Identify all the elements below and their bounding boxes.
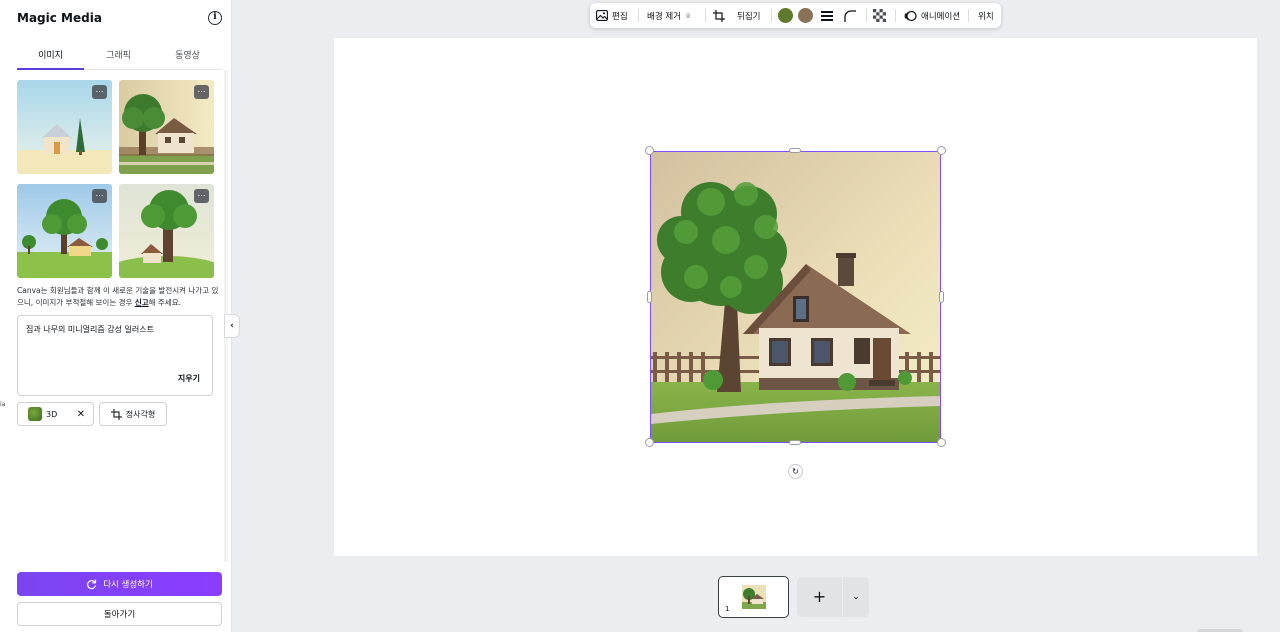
more-options-icon[interactable]: …	[92, 189, 107, 203]
ai-disclaimer: Canva는 회원님들과 함께 이 새로운 기술을 발전시켜 나가고 있으니, …	[17, 285, 222, 309]
style-thumbnail-icon	[28, 407, 42, 421]
aspect-ratio-chip[interactable]: 정사각형	[99, 402, 167, 426]
side-fragment: ia	[0, 401, 6, 408]
back-button[interactable]: 돌아가기	[17, 602, 222, 626]
resize-handle-top-right[interactable]	[937, 146, 946, 155]
style-chip[interactable]: 3D ✕	[17, 402, 94, 426]
corner-radius-icon	[844, 9, 856, 22]
generated-image-3[interactable]: …	[17, 184, 112, 278]
collapse-panel-button[interactable]: ‹	[224, 314, 240, 338]
transparency-button[interactable]	[873, 3, 886, 28]
resize-handle-top[interactable]	[789, 148, 801, 153]
resize-handle-bottom-right[interactable]	[937, 438, 946, 447]
image-edit-icon	[596, 10, 608, 21]
prompt-text[interactable]: 집과 나무의 미니멀리즘 감성 일러스트	[26, 324, 154, 335]
border-style-button[interactable]	[821, 3, 833, 28]
crop-button[interactable]	[713, 3, 725, 28]
refresh-icon	[87, 579, 97, 589]
more-options-icon[interactable]: …	[194, 189, 209, 203]
more-options-icon[interactable]: …	[194, 85, 209, 99]
remove-bg-label: 배경 제거	[647, 11, 681, 22]
crop-icon	[713, 9, 725, 22]
disclaimer-text: Canva는 회원님들과 함께 이 새로운 기술을 발전시켜 나가고 있으니, …	[17, 286, 219, 307]
generated-image-4[interactable]: …	[119, 184, 214, 278]
toolbar-divider	[866, 9, 867, 22]
tab-graphics[interactable]: 그래픽	[85, 48, 152, 64]
color-swatch-2[interactable]	[798, 8, 813, 23]
clear-button[interactable]: 지우기	[178, 373, 200, 384]
prompt-input[interactable]: 집과 나무의 미니멀리즘 감성 일러스트 지우기	[17, 315, 213, 396]
page-thumbnail-preview	[742, 585, 766, 609]
toolbar-divider	[895, 9, 896, 22]
generated-image-1[interactable]: …	[17, 80, 112, 174]
animate-label: 애니메이션	[921, 11, 961, 22]
regenerate-label: 다시 생성하기	[103, 580, 153, 590]
crop-icon	[110, 408, 122, 420]
rotate-icon[interactable]: ↻	[788, 464, 803, 479]
flip-button[interactable]: 뒤집기	[737, 3, 760, 28]
info-icon[interactable]: i	[208, 11, 222, 25]
position-button[interactable]: 위치	[978, 3, 994, 28]
resize-handle-bottom[interactable]	[789, 440, 801, 445]
context-toolbar: 편집 배경 제거 ♛ 뒤집기 애니메이션 위치	[590, 3, 1001, 28]
edit-label: 편집	[612, 11, 628, 22]
resize-handle-bottom-left[interactable]	[645, 438, 654, 447]
selected-image[interactable]	[650, 151, 941, 443]
media-tabs: 이미지 그래픽 동영상	[17, 48, 222, 70]
page-thumbnail-1[interactable]: 1	[718, 576, 789, 618]
corner-rounding-button[interactable]	[844, 3, 856, 28]
toolbar-divider	[968, 9, 969, 22]
more-options-icon[interactable]: …	[92, 85, 107, 99]
crown-icon: ♛	[684, 11, 692, 20]
animate-icon	[904, 10, 917, 21]
animate-button[interactable]: 애니메이션	[904, 3, 960, 28]
edit-image-button[interactable]: 편집	[596, 3, 628, 28]
resize-handle-left[interactable]	[647, 291, 652, 303]
close-icon[interactable]: ✕	[77, 409, 85, 420]
panel-title: Magic Media	[17, 11, 102, 25]
page-number: 1	[725, 605, 730, 613]
remove-background-button[interactable]: 배경 제거 ♛	[647, 3, 691, 28]
toolbar-divider	[771, 9, 772, 22]
generated-image-2[interactable]: …	[119, 80, 214, 174]
color-swatch-1[interactable]	[778, 8, 793, 23]
border-style-icon	[821, 10, 833, 21]
resize-handle-right[interactable]	[939, 291, 944, 303]
transparency-icon	[873, 9, 886, 22]
toolbar-divider	[705, 9, 706, 22]
aspect-ratio-label: 정사각형	[125, 409, 156, 419]
magic-media-panel: Magic Media i 이미지 그래픽 동영상 … … … … Canva는…	[0, 0, 232, 632]
regenerate-button[interactable]: 다시 생성하기	[17, 572, 222, 596]
tab-images[interactable]: 이미지	[17, 48, 84, 70]
style-chip-label: 3D	[46, 409, 58, 419]
disclaimer-text-end: 해 주세요.	[148, 298, 181, 307]
chevron-down-icon[interactable]: ⌄	[843, 577, 869, 617]
house-tree-illustration	[651, 152, 940, 442]
add-page-button[interactable]: +	[797, 577, 842, 617]
report-link[interactable]: 신고	[135, 298, 149, 307]
tab-videos[interactable]: 동영상	[154, 48, 221, 64]
resize-handle-top-left[interactable]	[645, 146, 654, 155]
toolbar-divider	[638, 9, 639, 22]
